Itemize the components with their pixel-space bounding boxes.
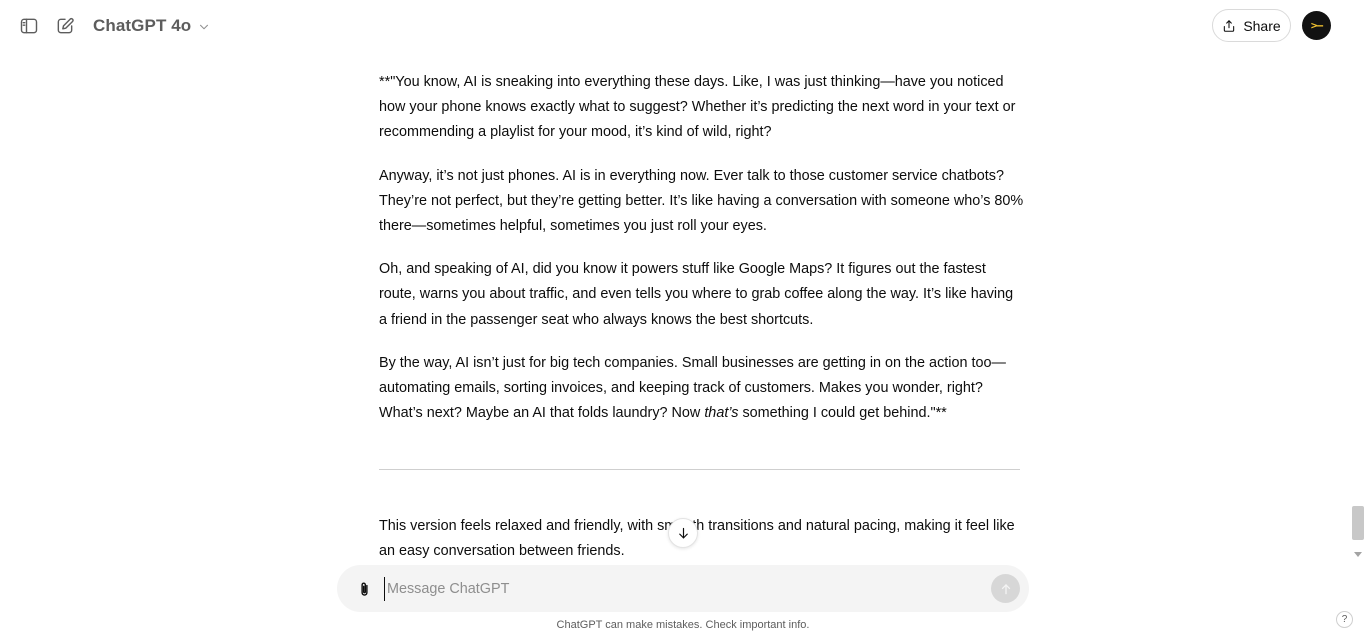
chevron-down-icon xyxy=(200,24,209,29)
send-button[interactable] xyxy=(991,574,1020,603)
message-paragraph: Oh, and speaking of AI, did you know it … xyxy=(379,261,1014,328)
avatar-glyph: >– xyxy=(1310,19,1323,32)
scroll-to-bottom-button[interactable] xyxy=(668,518,698,548)
assistant-message: **"You know, AI is sneaking into everyth… xyxy=(379,70,1024,444)
arrow-up-icon xyxy=(1001,583,1010,594)
disclaimer-text: ChatGPT can make mistakes. Check importa… xyxy=(556,619,810,631)
share-upload-icon xyxy=(1224,19,1235,32)
message-composer xyxy=(337,565,1029,612)
new-chat-icon xyxy=(57,17,74,34)
sidebar-toggle-button[interactable] xyxy=(11,10,47,42)
top-bar: ChatGPT 4o Share >– xyxy=(0,0,1366,52)
model-name: ChatGPT 4o xyxy=(93,16,192,35)
share-label: Share xyxy=(1243,17,1281,34)
scrollbar-thumb[interactable] xyxy=(1352,506,1364,540)
message-paragraph-last: By the way, AI isn’t just for big tech c… xyxy=(379,351,1024,427)
scrollbar[interactable] xyxy=(1352,52,1366,564)
scrollbar-down-arrow[interactable] xyxy=(1354,552,1362,557)
sidebar-toggle-icon xyxy=(20,18,38,34)
message-paragraph: **"You know, AI is sneaking into everyth… xyxy=(379,74,1016,141)
message-paragraph: Anyway, it’s not just phones. AI is in e… xyxy=(379,167,1024,235)
attach-button[interactable] xyxy=(351,576,377,602)
message-input[interactable] xyxy=(384,577,984,601)
horizontal-rule xyxy=(379,469,1020,470)
help-label: ? xyxy=(1341,614,1348,625)
help-button[interactable]: ? xyxy=(1336,611,1353,628)
new-chat-button[interactable] xyxy=(47,10,83,42)
closing-paragraph: This version feels relaxed and friendly,… xyxy=(379,518,1015,560)
emphasis-text: that’s xyxy=(704,405,739,422)
paperclip-icon xyxy=(360,582,368,596)
arrow-down-icon xyxy=(678,527,688,538)
model-selector[interactable]: ChatGPT 4o xyxy=(87,12,217,40)
paragraph-text: something I could get behind."** xyxy=(738,405,947,422)
share-button[interactable]: Share xyxy=(1212,9,1291,42)
user-avatar[interactable]: >– xyxy=(1302,11,1331,40)
